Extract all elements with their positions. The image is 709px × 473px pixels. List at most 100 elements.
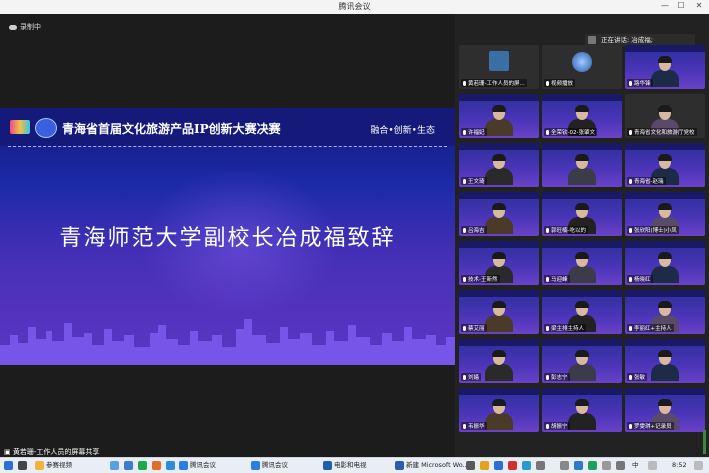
participant-tile[interactable]: 全荣钦-02-张肇文	[542, 94, 622, 138]
participant-tile[interactable]: 许福妃	[459, 94, 539, 138]
mic-icon	[463, 228, 466, 233]
tile-banner	[542, 94, 622, 101]
participant-tile[interactable]	[542, 143, 622, 187]
taskbar-app-button[interactable]: 腾讯会议	[250, 460, 328, 471]
clock[interactable]: 8:52	[672, 460, 687, 471]
participant-name-text: 蔡艾丽	[468, 326, 485, 332]
participant-tile[interactable]: 胡振宁	[542, 388, 622, 432]
participant-name-text: 视频播放	[551, 81, 574, 87]
participant-name: 全荣钦-02-张肇文	[544, 128, 597, 136]
tray-icon[interactable]	[574, 461, 583, 470]
search-icon[interactable]	[18, 461, 27, 470]
participant-tile[interactable]: 张欣阳(博士)小凤	[625, 192, 705, 236]
participant-tile[interactable]: 郭旺楠-吃以的	[542, 192, 622, 236]
participant-name-text: 刘嫱	[468, 375, 480, 381]
app-icon[interactable]	[138, 461, 147, 470]
participant-video	[568, 399, 596, 430]
participant-tile[interactable]: 刘嫱	[459, 339, 539, 383]
participant-name: 张欣阳(博士)小凤	[627, 226, 679, 234]
input-language[interactable]: 中	[632, 460, 639, 471]
app-icon[interactable]	[522, 461, 531, 470]
mic-icon	[546, 326, 549, 331]
app-icon[interactable]	[494, 461, 503, 470]
app-icon[interactable]	[466, 461, 475, 470]
participant-tile[interactable]: 黄若珊-工作人员的屏...	[459, 45, 539, 89]
app-icon[interactable]	[480, 461, 489, 470]
taskbar-app-button[interactable]: 参赛视频	[34, 460, 108, 471]
network-icon[interactable]	[602, 461, 611, 470]
participant-tile[interactable]: 韦振华	[459, 388, 539, 432]
mic-icon	[629, 326, 632, 331]
participant-tile[interactable]: 罗雯琪+记录员	[625, 388, 705, 432]
app-icon[interactable]	[536, 461, 545, 470]
participant-tile[interactable]: 张敏	[625, 339, 705, 383]
participant-name-text: 胡振宁	[551, 424, 568, 430]
start-icon[interactable]	[4, 461, 13, 470]
maximize-icon[interactable]: ☐	[674, 1, 688, 10]
minimize-icon[interactable]: —	[658, 1, 672, 10]
participant-tile[interactable]: 路华锋	[625, 45, 705, 89]
participant-name: 吕海吉	[461, 226, 487, 234]
participant-video	[485, 203, 513, 234]
app-icon	[179, 461, 188, 470]
participant-tile[interactable]: 马迎峰	[542, 241, 622, 285]
panel-scrollbar[interactable]	[703, 430, 706, 454]
participant-tile[interactable]: 彭志宁	[542, 339, 622, 383]
participant-video	[485, 105, 513, 136]
mic-icon	[546, 277, 549, 282]
tray-icon[interactable]	[588, 461, 597, 470]
taskbar-app-button[interactable]: 新建 Microsoft Wo...	[394, 460, 472, 471]
mic-icon	[546, 228, 549, 233]
participant-name-text: 全荣钦-02-张肇文	[551, 130, 595, 136]
tile-banner	[459, 241, 539, 248]
notification-icon[interactable]	[694, 461, 703, 470]
recording-indicator[interactable]: 录制中	[9, 22, 41, 32]
participant-name-text: 技术-王新然	[468, 277, 498, 283]
tile-banner	[542, 241, 622, 248]
participant-name-text: 王文琦	[468, 179, 485, 185]
taskbar-app-button[interactable]: 腾讯会议	[178, 460, 256, 471]
app-icon[interactable]	[110, 461, 119, 470]
app-icon[interactable]	[166, 461, 175, 470]
participant-tile[interactable]: 青海省文化和旅游厅党校	[625, 94, 705, 138]
mic-icon	[463, 326, 466, 331]
participant-name: 刘嫱	[461, 373, 482, 381]
mic-icon	[546, 375, 549, 380]
participant-tile[interactable]: 青海省-赵瑞	[625, 143, 705, 187]
app-icon[interactable]	[152, 461, 161, 470]
speaker-avatar	[588, 36, 596, 44]
ime-icon[interactable]	[648, 461, 657, 470]
taskbar-app-label: 腾讯会议	[262, 461, 288, 469]
participant-video	[485, 350, 513, 381]
participant-name-text: 彭志宁	[551, 375, 568, 381]
participant-tile[interactable]: 视频播放	[542, 45, 622, 89]
event-logo-icon	[10, 120, 30, 134]
participant-tile[interactable]: 李丽红+主持人	[625, 290, 705, 334]
close-icon[interactable]: ✕	[692, 1, 706, 10]
participant-tile[interactable]: 技术-王新然	[459, 241, 539, 285]
participant-name-text: 路华锋	[634, 81, 651, 87]
participant-tile[interactable]: 蔡艾丽	[459, 290, 539, 334]
slide-tagline: 融合•创新•生态	[370, 126, 435, 136]
taskbar-app-button[interactable]: 电影和电视	[322, 460, 400, 471]
participant-name-text: 罗雯琪+记录员	[634, 424, 672, 430]
participant-tile[interactable]: 杨晓红	[625, 241, 705, 285]
participant-name-text: 许福妃	[468, 130, 485, 136]
tray-icon[interactable]	[560, 461, 569, 470]
app-icon[interactable]	[124, 461, 133, 470]
participant-tile[interactable]: 吕海吉	[459, 192, 539, 236]
mic-icon	[629, 375, 632, 380]
participant-video	[651, 56, 679, 87]
participant-name-text: 张欣阳(博士)小凤	[634, 228, 677, 234]
participant-video	[485, 301, 513, 332]
mic-icon	[629, 81, 632, 86]
app-icon[interactable]	[508, 461, 517, 470]
participant-name: 李丽红+主持人	[627, 324, 674, 332]
shared-slide: 青海省首届文化旅游产品IP创新大赛决赛 融合•创新•生态 青海师范大学副校长冶成…	[0, 108, 455, 365]
volume-icon[interactable]	[616, 461, 625, 470]
mic-icon	[463, 179, 466, 184]
recording-label: 录制中	[20, 23, 41, 31]
participant-tile[interactable]: 王文琦	[459, 143, 539, 187]
taskbar-app-label: 腾讯会议	[190, 461, 216, 469]
participant-tile[interactable]: 梁主排主持人	[542, 290, 622, 334]
